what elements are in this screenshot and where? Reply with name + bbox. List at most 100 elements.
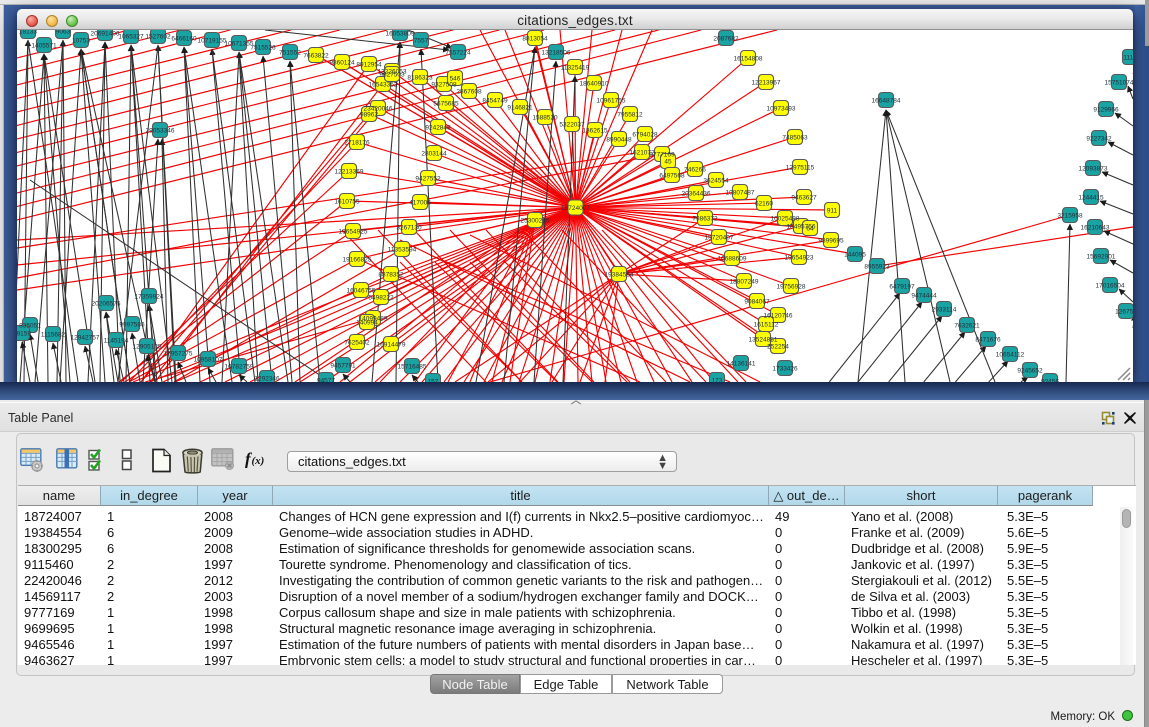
svg-text:746266: 746266: [684, 167, 706, 174]
svg-text:751552: 751552: [279, 50, 301, 57]
svg-text:252254: 252254: [767, 344, 789, 351]
svg-text:18133: 18133: [19, 30, 37, 36]
svg-text:6466160: 6466160: [171, 36, 197, 43]
svg-text:9063: 9063: [56, 30, 71, 36]
svg-text:9227342: 9227342: [1086, 136, 1112, 143]
svg-text:8912954: 8912954: [356, 62, 382, 69]
svg-text:19654925: 19654925: [339, 229, 368, 236]
svg-text:9129966: 9129966: [1093, 107, 1119, 114]
svg-text:9899695: 9899695: [818, 238, 844, 245]
svg-text:3215958: 3215958: [1057, 213, 1083, 220]
svg-text:9427552: 9427552: [415, 176, 441, 183]
svg-text:1244415: 1244415: [1078, 195, 1104, 202]
svg-text:1405571: 1405571: [31, 43, 57, 50]
svg-text:15692901: 15692901: [1087, 254, 1116, 261]
svg-text:6497568: 6497568: [659, 173, 685, 180]
svg-text:9084067: 9084067: [744, 299, 770, 306]
svg-text:8471676: 8471676: [975, 337, 1001, 344]
svg-text:18724007: 18724007: [561, 205, 590, 212]
svg-text:10961755: 10961755: [597, 98, 626, 105]
svg-text:11325419: 11325419: [561, 65, 590, 72]
svg-text:18807249: 18807249: [730, 279, 759, 286]
svg-text:9242848: 9242848: [425, 125, 451, 132]
svg-text:10753: 10753: [72, 38, 90, 45]
svg-text:16053809: 16053809: [386, 31, 415, 38]
svg-text:10688609: 10688609: [718, 256, 747, 263]
svg-text:8955923: 8955923: [864, 264, 890, 271]
svg-text:9997586: 9997586: [119, 322, 145, 329]
svg-text:3624554: 3624554: [703, 178, 729, 185]
svg-text:144095: 144095: [844, 252, 866, 259]
svg-text:126753: 126753: [1115, 309, 1133, 316]
svg-text:19384554: 19384554: [605, 272, 634, 279]
svg-text:8990448: 8990448: [606, 137, 632, 144]
svg-text:13524851: 13524851: [749, 337, 778, 344]
svg-text:7485063: 7485063: [782, 135, 808, 142]
svg-text:546: 546: [450, 76, 461, 83]
svg-text:12213967: 12213967: [752, 80, 781, 87]
svg-text:1527602: 1527602: [145, 34, 171, 41]
svg-text:12213369: 12213369: [335, 169, 364, 176]
svg-text:20364436: 20364436: [682, 191, 711, 198]
svg-text:417006: 417006: [409, 200, 431, 207]
svg-text:16914479: 16914479: [377, 342, 406, 349]
svg-text:64: 64: [806, 226, 814, 233]
svg-text:8813054: 8813054: [522, 36, 548, 43]
svg-text:16210643: 16210643: [1081, 225, 1110, 232]
svg-text:9827503: 9827503: [379, 72, 405, 79]
svg-text:911: 911: [827, 208, 838, 215]
svg-text:9474444: 9474444: [911, 293, 937, 300]
svg-text:16120746: 16120746: [764, 313, 793, 320]
svg-text:10958107: 10958107: [194, 357, 223, 364]
svg-text:7632621: 7632621: [954, 323, 980, 330]
svg-text:8186323: 8186323: [407, 75, 433, 82]
svg-text:13218506: 13218506: [542, 50, 571, 57]
svg-text:62160: 62160: [755, 201, 773, 208]
svg-text:12942757: 12942757: [71, 335, 100, 342]
svg-text:39159: 39159: [17, 331, 31, 338]
svg-text:1588520: 1588520: [532, 115, 558, 122]
svg-text:5498222: 5498222: [368, 295, 394, 302]
svg-text:10807487: 10807487: [726, 190, 755, 197]
svg-text:2867608: 2867608: [456, 89, 482, 96]
svg-text:140994: 140994: [356, 320, 378, 327]
svg-text:6479197: 6479197: [889, 284, 915, 291]
svg-text:1362615: 1362615: [582, 128, 608, 135]
svg-text:2087682: 2087682: [713, 36, 739, 43]
svg-text:9463627: 9463627: [791, 195, 817, 202]
svg-text:7955812: 7955812: [617, 112, 643, 119]
svg-text:8454749: 8454749: [482, 98, 508, 105]
svg-text:1615112: 1615112: [754, 322, 779, 329]
svg-text:15751074: 15751074: [1105, 80, 1133, 87]
svg-text:835051: 835051: [19, 323, 41, 330]
svg-text:9860124: 9860124: [329, 60, 355, 67]
svg-text:5675685: 5675685: [433, 101, 459, 108]
svg-text:9146821: 9146821: [507, 105, 533, 112]
svg-text:2803144: 2803144: [421, 151, 447, 158]
svg-text:16782759: 16782759: [225, 364, 254, 371]
svg-text:1145194: 1145194: [104, 338, 129, 345]
svg-text:17957275: 17957275: [164, 351, 193, 358]
svg-text:9777169: 9777169: [649, 152, 675, 159]
svg-text:9245652: 9245652: [1017, 368, 1043, 375]
svg-text:2718176: 2718176: [344, 140, 370, 147]
svg-text:1065327: 1065327: [118, 34, 144, 41]
svg-text:25300215: 25300215: [521, 218, 550, 225]
svg-text:16648784: 16648784: [872, 98, 901, 105]
svg-text:7557: 7557: [414, 38, 429, 45]
svg-text:1733426: 1733426: [772, 366, 798, 373]
svg-text:14136141: 14136141: [727, 361, 756, 368]
svg-text:16154808: 16154808: [734, 56, 763, 63]
svg-text:16046755: 16046755: [347, 288, 376, 295]
svg-text:15720407: 15720407: [705, 235, 734, 242]
svg-text:11353594: 11353594: [388, 247, 417, 254]
svg-text:10654112: 10654112: [996, 352, 1025, 359]
svg-text:2933114: 2933114: [932, 307, 957, 314]
svg-text:8878352: 8878352: [378, 272, 404, 279]
svg-text:20691406: 20691406: [91, 31, 120, 38]
svg-text:10025488: 10025488: [771, 216, 800, 223]
svg-text:7663822: 7663822: [303, 53, 329, 60]
svg-text:19166825: 19166825: [343, 257, 372, 264]
svg-text:1610755: 1610755: [334, 199, 360, 206]
svg-text:7515526: 7515526: [250, 45, 276, 52]
